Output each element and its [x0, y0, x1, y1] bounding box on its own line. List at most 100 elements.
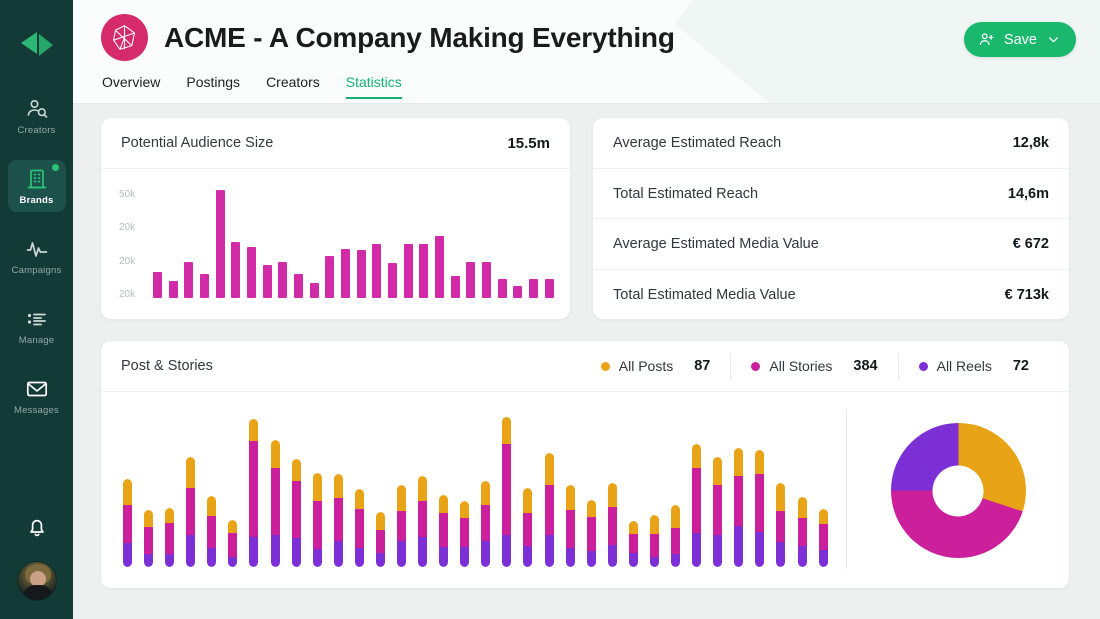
- y-tick: 20k: [119, 289, 149, 300]
- sidebar-item-brands[interactable]: Brands: [8, 160, 66, 212]
- bar-segment: [692, 444, 701, 469]
- bar-segment: [355, 509, 364, 548]
- bar-segment: [313, 473, 322, 501]
- legend-label: All Stories: [769, 358, 832, 374]
- bar-segment: [629, 521, 638, 534]
- legend-item-all-posts[interactable]: All Posts 87: [581, 358, 731, 374]
- stacked-bar: [481, 481, 490, 567]
- bar: [169, 281, 178, 298]
- bar-segment: [713, 457, 722, 485]
- bar-segment: [313, 501, 322, 549]
- stat-value: € 713k: [1005, 287, 1049, 303]
- bar-segment: [798, 546, 807, 567]
- bar-segment: [439, 547, 448, 567]
- envelope-icon: [25, 377, 49, 401]
- stacked-bar: [502, 417, 511, 567]
- bar-segment: [249, 441, 258, 537]
- bar-segment: [587, 517, 596, 551]
- bar-segment: [755, 474, 764, 532]
- card-header: Potential Audience Size 15.5m: [101, 118, 570, 169]
- bar: [498, 279, 507, 298]
- bar-segment: [334, 498, 343, 541]
- pulse-icon: [25, 237, 49, 261]
- stacked-bar: [460, 501, 469, 567]
- sidebar-item-campaigns[interactable]: Campaigns: [8, 230, 66, 282]
- legend-item-all-reels[interactable]: All Reels 72: [899, 358, 1049, 374]
- stat-row: Average Estimated Media Value € 672: [593, 219, 1069, 270]
- bar: [247, 247, 256, 298]
- legend-label: All Reels: [937, 358, 992, 374]
- bar-segment: [608, 483, 617, 507]
- bar-segment: [123, 505, 132, 544]
- bar: [388, 263, 397, 298]
- sidebar-item-manage[interactable]: Manage: [8, 300, 66, 352]
- main-area: ACME - A Company Making Everything Overv…: [73, 0, 1100, 619]
- bar-segment: [713, 485, 722, 535]
- bar-segment: [523, 546, 532, 567]
- bar-segment: [376, 512, 385, 529]
- tab-postings[interactable]: Postings: [186, 74, 240, 99]
- stat-label: Total Estimated Reach: [613, 186, 758, 202]
- stacked-bar: [713, 457, 722, 567]
- bar-segment: [313, 549, 322, 567]
- tab-bar: Overview Postings Creators Statistics: [102, 74, 1076, 99]
- bar-segment: [292, 538, 301, 567]
- tab-overview[interactable]: Overview: [102, 74, 160, 99]
- bar-segment: [629, 534, 638, 553]
- bar: [200, 274, 209, 298]
- bar-segment: [798, 497, 807, 517]
- stat-row: Total Estimated Media Value € 713k: [593, 270, 1069, 321]
- bar-segment: [207, 496, 216, 515]
- bar: [435, 236, 444, 298]
- stacked-bar: [629, 521, 638, 567]
- bar-segment: [734, 476, 743, 526]
- stat-label: Average Estimated Reach: [613, 135, 781, 151]
- sidebar-item-label: Brands: [20, 195, 54, 206]
- bar-segment: [629, 553, 638, 567]
- stacked-bar: [271, 440, 280, 567]
- bar-segment: [355, 548, 364, 567]
- bar-segment: [123, 479, 132, 505]
- bar-segment: [144, 554, 153, 567]
- bar-segment: [165, 523, 174, 554]
- stat-label: Total Estimated Media Value: [613, 287, 796, 303]
- bar-segment: [819, 509, 828, 524]
- avatar[interactable]: [17, 561, 57, 601]
- bar-segment: [545, 535, 554, 567]
- tab-statistics[interactable]: Statistics: [346, 74, 402, 99]
- legend-dot-icon: [919, 362, 928, 371]
- bar-segment: [502, 417, 511, 444]
- page-header: ACME - A Company Making Everything Overv…: [73, 0, 1100, 104]
- bar-segment: [692, 533, 701, 567]
- bar-segment: [439, 495, 448, 513]
- sidebar-nav: Creators Brands: [0, 90, 73, 440]
- notification-bell-icon[interactable]: [25, 515, 49, 539]
- bar-segment: [249, 419, 258, 440]
- stacked-bar: [523, 488, 532, 567]
- posts-chart-body: [101, 392, 1069, 589]
- gem-wireframe-icon: [101, 14, 148, 61]
- bar-segment: [734, 448, 743, 476]
- y-axis: 50k 20k 20k 20k: [111, 183, 149, 308]
- bar-segment: [418, 537, 427, 567]
- bar-segment: [776, 483, 785, 511]
- bar-segment: [186, 535, 195, 567]
- tab-creators[interactable]: Creators: [266, 74, 320, 99]
- bar-segment: [418, 476, 427, 501]
- sidebar-item-label: Creators: [17, 125, 55, 136]
- notification-badge-dot: [52, 164, 59, 171]
- bar-segment: [397, 541, 406, 567]
- bar-segment: [566, 548, 575, 567]
- bar-segment: [671, 554, 680, 567]
- stacked-bar: [608, 483, 617, 567]
- sidebar-item-creators[interactable]: Creators: [8, 90, 66, 142]
- legend-count: 384: [853, 358, 877, 374]
- sidebar-item-messages[interactable]: Messages: [8, 370, 66, 422]
- app-logo[interactable]: [15, 28, 59, 60]
- card-header: Post & Stories All Posts 87 All Stories …: [101, 341, 1069, 392]
- stat-value: 12,8k: [1013, 135, 1049, 151]
- bar: [529, 279, 538, 298]
- legend-item-all-stories[interactable]: All Stories 384: [731, 358, 897, 374]
- bar-segment: [523, 488, 532, 514]
- bar-segment: [334, 541, 343, 567]
